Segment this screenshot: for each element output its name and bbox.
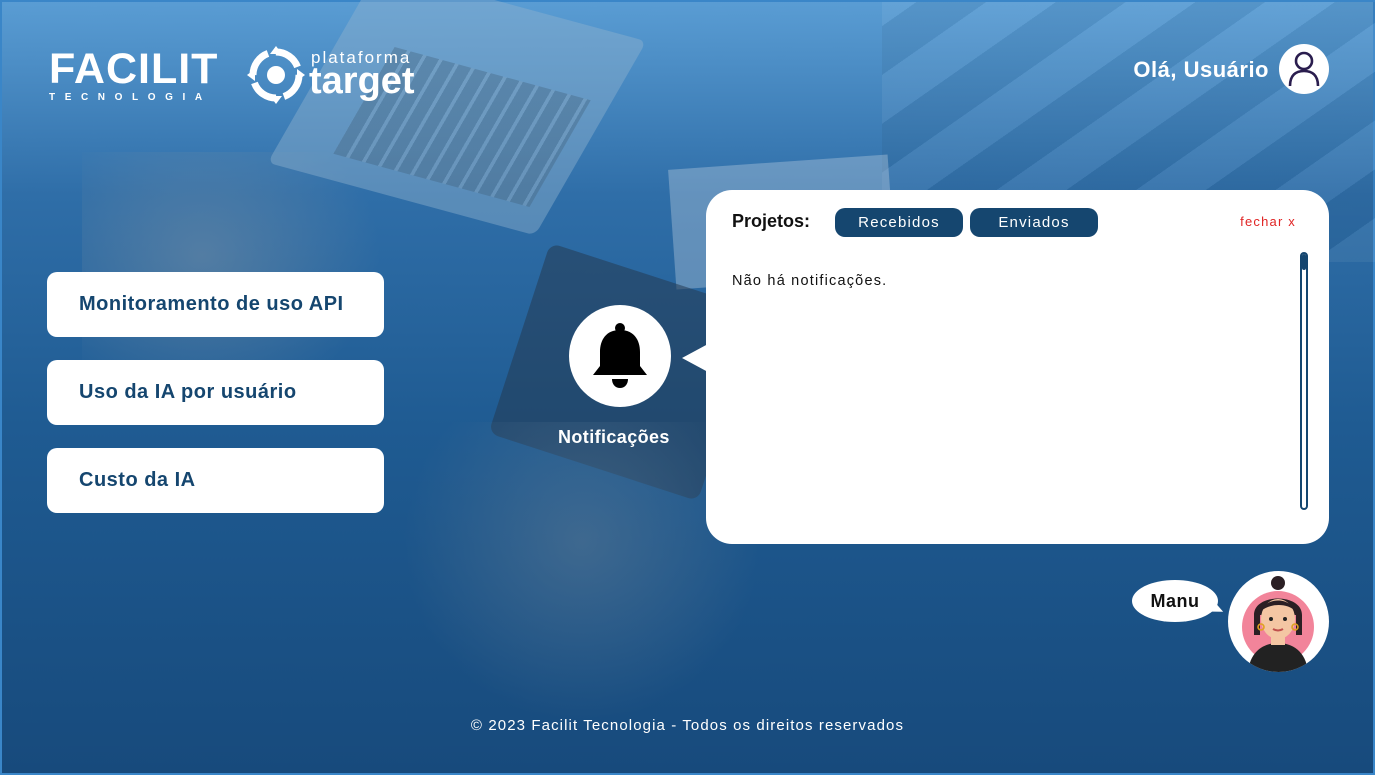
brand-subtitle: TECNOLOGIA xyxy=(49,92,212,103)
user-greeting: Olá, Usuário xyxy=(1133,57,1269,82)
tab-sent[interactable]: Enviados xyxy=(970,208,1098,237)
assistant-speech-bubble[interactable]: Manu xyxy=(1132,580,1218,622)
panel-pointer xyxy=(682,344,708,372)
menu-api-usage-monitoring[interactable]: Monitoramento de uso API xyxy=(47,272,384,337)
bell-icon xyxy=(593,323,647,388)
panel-title: Projetos: xyxy=(732,211,811,231)
platform-label-big: target xyxy=(309,60,415,102)
footer-copyright: © 2023 Facilit Tecnologia - Todos os dir… xyxy=(470,717,905,734)
close-panel-link[interactable]: fechar x xyxy=(1240,214,1296,229)
facilit-logo[interactable]: FACILIT TECNOLOGIA xyxy=(49,46,218,103)
menu-ai-usage-by-user[interactable]: Uso da IA por usuário xyxy=(47,360,384,425)
empty-notifications-message: Não há notificações. xyxy=(732,273,888,289)
notifications-label: Notificações xyxy=(558,427,670,447)
notifications-panel: Projetos: Recebidos Enviados fechar x Nã… xyxy=(706,190,1329,544)
notifications-button[interactable] xyxy=(569,305,671,407)
assistant-character-icon xyxy=(1242,576,1314,672)
scrollbar-thumb[interactable] xyxy=(1302,254,1306,270)
target-logo-icon xyxy=(247,46,305,104)
background-photo-laptop xyxy=(267,0,647,236)
brand-name: FACILIT xyxy=(49,45,219,93)
panel-scrollbar[interactable] xyxy=(1300,252,1308,510)
assistant-avatar[interactable] xyxy=(1228,571,1329,672)
tab-received[interactable]: Recebidos xyxy=(835,208,963,237)
menu-ai-cost[interactable]: Custo da IA xyxy=(47,448,384,513)
user-icon xyxy=(1288,51,1320,87)
user-avatar-button[interactable] xyxy=(1279,44,1329,94)
target-platform-logo[interactable]: plataforma target xyxy=(245,44,430,108)
